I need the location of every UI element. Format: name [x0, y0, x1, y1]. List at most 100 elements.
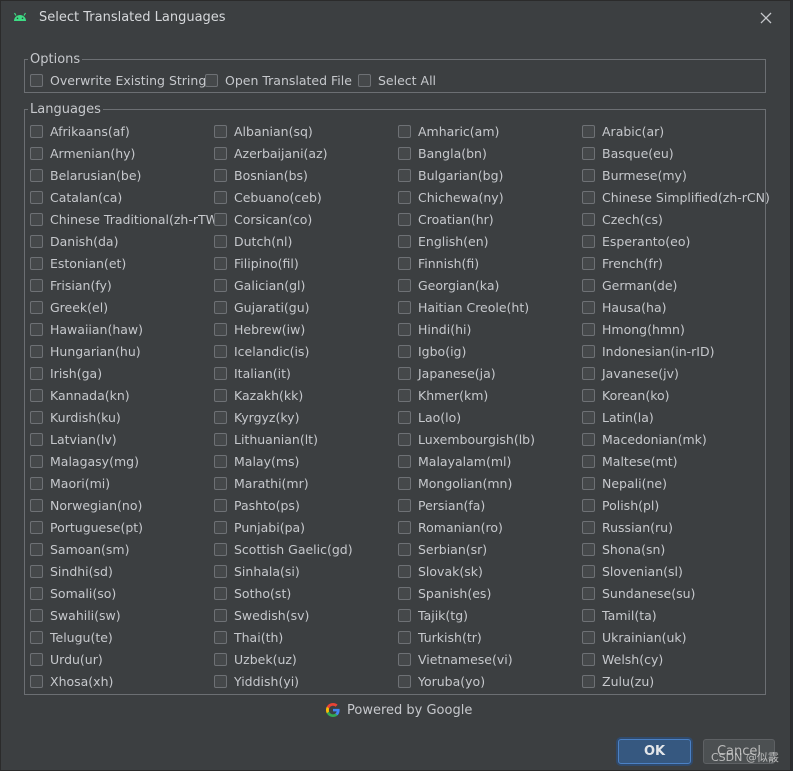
checkbox-box[interactable]	[398, 168, 411, 182]
language-checkbox[interactable]: Urdu(ur)	[30, 650, 103, 668]
language-checkbox[interactable]: Russian(ru)	[582, 518, 673, 536]
language-checkbox[interactable]: Pashto(ps)	[214, 496, 300, 514]
checkbox-box[interactable]	[30, 454, 43, 468]
language-checkbox[interactable]: Catalan(ca)	[30, 188, 122, 206]
checkbox-box[interactable]	[582, 388, 595, 402]
language-checkbox[interactable]: Romanian(ro)	[398, 518, 503, 536]
language-checkbox[interactable]: Chinese Simplified(zh-rCN)	[582, 188, 770, 206]
language-checkbox[interactable]: Slovak(sk)	[398, 562, 483, 580]
language-checkbox[interactable]: Esperanto(eo)	[582, 232, 690, 250]
checkbox-box[interactable]	[214, 410, 227, 424]
checkbox-box[interactable]	[398, 410, 411, 424]
language-checkbox[interactable]: Serbian(sr)	[398, 540, 487, 558]
checkbox-box[interactable]	[398, 212, 411, 226]
checkbox-box[interactable]	[398, 476, 411, 490]
checkbox-box[interactable]	[30, 542, 43, 556]
language-checkbox[interactable]: Italian(it)	[214, 364, 291, 382]
checkbox-box[interactable]	[582, 278, 595, 292]
checkbox-box[interactable]	[398, 124, 411, 138]
language-checkbox[interactable]: Khmer(km)	[398, 386, 488, 404]
checkbox-box[interactable]	[582, 168, 595, 182]
language-checkbox[interactable]: Icelandic(is)	[214, 342, 309, 360]
language-checkbox[interactable]: Georgian(ka)	[398, 276, 499, 294]
checkbox-box[interactable]	[398, 674, 411, 688]
language-checkbox[interactable]: Malayalam(ml)	[398, 452, 511, 470]
language-checkbox[interactable]: Zulu(zu)	[582, 672, 654, 690]
checkbox-box[interactable]	[398, 146, 411, 160]
checkbox-box[interactable]	[398, 234, 411, 248]
close-icon[interactable]	[758, 10, 774, 26]
checkbox-box[interactable]	[214, 586, 227, 600]
language-checkbox[interactable]: Vietnamese(vi)	[398, 650, 513, 668]
checkbox-box[interactable]	[582, 212, 595, 226]
checkbox-box[interactable]	[214, 432, 227, 446]
language-checkbox[interactable]: Sindhi(sd)	[30, 562, 113, 580]
language-checkbox[interactable]: Shona(sn)	[582, 540, 665, 558]
checkbox-box[interactable]	[398, 586, 411, 600]
checkbox-box[interactable]	[398, 520, 411, 534]
checkbox-box[interactable]	[398, 190, 411, 204]
checkbox-box[interactable]	[582, 124, 595, 138]
checkbox-box[interactable]	[214, 256, 227, 270]
checkbox-box[interactable]	[582, 432, 595, 446]
checkbox-box[interactable]	[214, 652, 227, 666]
checkbox-box[interactable]	[30, 366, 43, 380]
checkbox-box[interactable]	[582, 630, 595, 644]
checkbox-box[interactable]	[398, 564, 411, 578]
language-checkbox[interactable]: Sotho(st)	[214, 584, 291, 602]
checkbox-box[interactable]	[214, 498, 227, 512]
checkbox-box[interactable]	[214, 388, 227, 402]
language-checkbox[interactable]: Croatian(hr)	[398, 210, 494, 228]
language-checkbox[interactable]: Malay(ms)	[214, 452, 299, 470]
language-checkbox[interactable]: Albanian(sq)	[214, 122, 313, 140]
checkbox-box[interactable]	[205, 73, 218, 87]
language-checkbox[interactable]: Hungarian(hu)	[30, 342, 141, 360]
checkbox-box[interactable]	[358, 73, 371, 87]
language-checkbox[interactable]: Slovenian(sl)	[582, 562, 683, 580]
language-checkbox[interactable]: Afrikaans(af)	[30, 122, 130, 140]
language-checkbox[interactable]: Somali(so)	[30, 584, 116, 602]
language-checkbox[interactable]: Japanese(ja)	[398, 364, 496, 382]
language-checkbox[interactable]: French(fr)	[582, 254, 663, 272]
checkbox-box[interactable]	[398, 256, 411, 270]
checkbox-box[interactable]	[398, 300, 411, 314]
language-checkbox[interactable]: Irish(ga)	[30, 364, 102, 382]
language-checkbox[interactable]: Korean(ko)	[582, 386, 670, 404]
checkbox-box[interactable]	[30, 388, 43, 402]
language-checkbox[interactable]: Finnish(fi)	[398, 254, 479, 272]
language-checkbox[interactable]: Lao(lo)	[398, 408, 461, 426]
checkbox-box[interactable]	[398, 344, 411, 358]
checkbox-box[interactable]	[398, 454, 411, 468]
language-checkbox[interactable]: Telugu(te)	[30, 628, 113, 646]
language-checkbox[interactable]: Scottish Gaelic(gd)	[214, 540, 353, 558]
ok-button[interactable]: OK	[618, 739, 691, 764]
checkbox-box[interactable]	[30, 344, 43, 358]
language-checkbox[interactable]: Polish(pl)	[582, 496, 659, 514]
checkbox-box[interactable]	[30, 190, 43, 204]
language-checkbox[interactable]: Dutch(nl)	[214, 232, 292, 250]
option-checkbox[interactable]: Select All	[358, 71, 436, 89]
language-checkbox[interactable]: Yoruba(yo)	[398, 672, 485, 690]
language-checkbox[interactable]: Mongolian(mn)	[398, 474, 512, 492]
language-checkbox[interactable]: Armenian(hy)	[30, 144, 135, 162]
language-checkbox[interactable]: Hindi(hi)	[398, 320, 471, 338]
checkbox-box[interactable]	[398, 652, 411, 666]
language-checkbox[interactable]: Latin(la)	[582, 408, 654, 426]
language-checkbox[interactable]: Maltese(mt)	[582, 452, 678, 470]
language-checkbox[interactable]: Yiddish(yi)	[214, 672, 299, 690]
checkbox-box[interactable]	[214, 520, 227, 534]
checkbox-box[interactable]	[582, 476, 595, 490]
language-checkbox[interactable]: Tamil(ta)	[582, 606, 657, 624]
checkbox-box[interactable]	[582, 256, 595, 270]
checkbox-box[interactable]	[214, 278, 227, 292]
language-checkbox[interactable]: Bulgarian(bg)	[398, 166, 503, 184]
language-checkbox[interactable]: Kurdish(ku)	[30, 408, 121, 426]
language-checkbox[interactable]: Sundanese(su)	[582, 584, 695, 602]
checkbox-box[interactable]	[214, 630, 227, 644]
checkbox-box[interactable]	[30, 652, 43, 666]
checkbox-box[interactable]	[30, 124, 43, 138]
language-checkbox[interactable]: Maori(mi)	[30, 474, 110, 492]
language-checkbox[interactable]: Punjabi(pa)	[214, 518, 305, 536]
checkbox-box[interactable]	[30, 608, 43, 622]
checkbox-box[interactable]	[582, 410, 595, 424]
